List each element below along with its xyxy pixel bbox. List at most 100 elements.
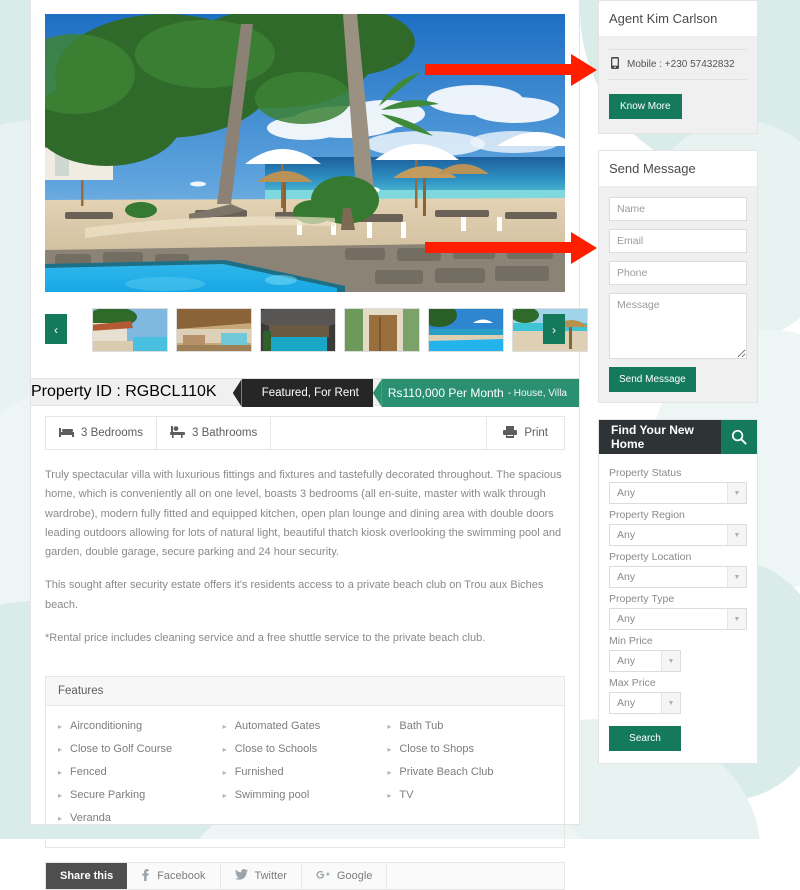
feature-item[interactable]: ▸Swimming pool — [223, 789, 388, 812]
property-type-select[interactable]: Any ▼ — [609, 608, 747, 630]
caret-icon: ▸ — [387, 791, 391, 800]
property-meta-row: 3 Bedrooms 3 Bathrooms Print — [45, 416, 565, 450]
search-widget-body: Property Status Any ▼ Property Region An… — [599, 454, 757, 763]
search-submit-button[interactable]: Search — [609, 726, 681, 751]
share-twitter-label: Twitter — [255, 870, 287, 882]
agent-name: Agent Kim Carlson — [609, 11, 747, 26]
caret-icon: ▸ — [223, 745, 227, 754]
property-location-select[interactable]: Any ▼ — [609, 566, 747, 588]
google-plus-icon — [316, 869, 330, 883]
property-description: Truly spectacular villa with luxurious f… — [31, 450, 579, 668]
price-property-type: - House, Villa — [508, 388, 567, 399]
agent-mobile-number: Mobile : +230 57432832 — [627, 59, 735, 70]
feature-label: Veranda — [70, 812, 111, 824]
features-column-1: ▸ Airconditioning ▸Close to Golf Course ▸… — [58, 720, 223, 835]
feature-item[interactable]: ▸ Airconditioning — [58, 720, 223, 743]
print-button[interactable]: Print — [487, 417, 564, 449]
property-region-select[interactable]: Any ▼ — [609, 524, 747, 546]
share-this-label: Share this — [46, 863, 127, 889]
max-price-select[interactable]: Any ▼ — [609, 692, 681, 714]
thumbnail-beach-pool[interactable] — [428, 308, 504, 352]
send-message-phone-input[interactable] — [609, 261, 747, 285]
price-badge-notch — [373, 379, 382, 407]
share-facebook-button[interactable]: Facebook — [127, 863, 220, 889]
chevron-down-icon: ▼ — [661, 693, 680, 713]
feature-label: Furnished — [235, 766, 284, 778]
facebook-icon — [141, 869, 150, 884]
arrow-to-agent-mobile — [425, 54, 597, 86]
share-twitter-button[interactable]: Twitter — [221, 863, 302, 889]
chevron-down-icon: ▼ — [727, 483, 746, 503]
price-amount: Rs110,000 Per Month — [388, 386, 504, 400]
chevron-down-icon: ▼ — [727, 567, 746, 587]
feature-item[interactable]: ▸Fenced — [58, 766, 223, 789]
agent-card: Agent Kim Carlson Mobile : +230 57432832… — [598, 0, 758, 134]
agent-mobile-row[interactable]: Mobile : +230 57432832 — [609, 49, 747, 80]
description-paragraph-2: This sought after security estate offers… — [45, 576, 565, 615]
meta-spacer — [271, 417, 487, 449]
feature-item[interactable]: ▸ Veranda — [58, 812, 223, 835]
chevron-down-icon: ▼ — [727, 525, 746, 545]
features-list: ▸ Airconditioning ▸Close to Golf Course ▸… — [46, 706, 564, 847]
send-message-header: Send Message — [599, 151, 757, 187]
feature-label: TV — [399, 789, 413, 801]
feature-item[interactable]: ▸Automated Gates — [223, 720, 388, 743]
caret-icon: ▸ — [387, 722, 391, 731]
property-region-value: Any — [610, 525, 727, 545]
share-google-button[interactable]: Google — [302, 863, 387, 889]
caret-icon: ▸ — [58, 722, 62, 731]
share-spacer — [387, 863, 564, 889]
send-message-card: Send Message Send Message — [598, 150, 758, 403]
bedrooms-cell: 3 Bedrooms — [46, 417, 157, 449]
property-status-label: Property Status — [609, 467, 747, 479]
thumbnail-villa-exterior[interactable] — [92, 308, 168, 352]
feature-label: Secure Parking — [70, 789, 145, 801]
bathtub-icon — [170, 426, 185, 441]
featured-badge-notch — [233, 379, 242, 407]
send-message-message-textarea[interactable] — [609, 293, 747, 359]
features-panel: Features ▸Airconditioning ▸Close to Golf… — [45, 676, 565, 848]
min-price-label: Min Price — [609, 635, 747, 647]
features-column-3: ▸ Bath Tub ▸Close to Shops ▸ Private Beach… — [387, 720, 552, 835]
feature-item[interactable]: ▸Close to Shops — [387, 743, 552, 766]
feature-item[interactable]: ▸ TV — [387, 789, 552, 812]
feature-item[interactable]: ▸ Bath Tub — [387, 720, 552, 743]
feature-item[interactable]: ▸ Furnished — [223, 766, 388, 789]
feature-item[interactable]: ▸Secure Parking — [58, 789, 223, 812]
thumbnail-entrance-doors[interactable] — [344, 308, 420, 352]
printer-icon — [503, 426, 517, 441]
search-widget-header: Find Your New Home — [599, 420, 757, 454]
feature-item[interactable]: ▸Close to Schools — [223, 743, 388, 766]
send-message-submit-button[interactable]: Send Message — [609, 367, 696, 392]
feature-label: Private Beach Club — [399, 766, 493, 778]
share-google-label: Google — [337, 870, 372, 882]
feature-label: Airconditioning — [70, 720, 142, 732]
thumbnail-lounge-interior[interactable] — [176, 308, 252, 352]
caret-icon: ▸ — [223, 791, 227, 800]
share-bar: Share this Facebook Twitter Google — [45, 862, 565, 890]
print-label: Print — [524, 427, 548, 439]
send-message-name-input[interactable] — [609, 197, 747, 221]
gallery-next-button[interactable]: › — [543, 314, 565, 344]
mobile-phone-icon — [611, 57, 619, 72]
property-detail-panel: ‹ — [30, 0, 580, 825]
max-price-value: Any — [610, 693, 661, 713]
feature-item[interactable]: ▸Close to Golf Course — [58, 743, 223, 766]
agent-card-body: Mobile : +230 57432832 Know More — [599, 37, 757, 133]
feature-item[interactable]: ▸ Private Beach Club — [387, 766, 552, 789]
feature-label: Fenced — [70, 766, 107, 778]
feature-label: Bath Tub — [399, 720, 443, 732]
property-status-select[interactable]: Any ▼ — [609, 482, 747, 504]
caret-icon: ▸ — [387, 768, 391, 777]
twitter-icon — [235, 869, 248, 883]
send-message-email-input[interactable] — [609, 229, 747, 253]
min-price-value: Any — [610, 651, 661, 671]
thumbnail-pool-night[interactable] — [260, 308, 336, 352]
bedrooms-label: 3 Bedrooms — [81, 427, 143, 439]
chevron-down-icon: ▼ — [661, 651, 680, 671]
caret-icon: ▸ — [58, 814, 62, 823]
search-icon[interactable] — [721, 420, 757, 454]
gallery-prev-button[interactable]: ‹ — [45, 314, 67, 344]
min-price-select[interactable]: Any ▼ — [609, 650, 681, 672]
know-more-button[interactable]: Know More — [609, 94, 682, 119]
